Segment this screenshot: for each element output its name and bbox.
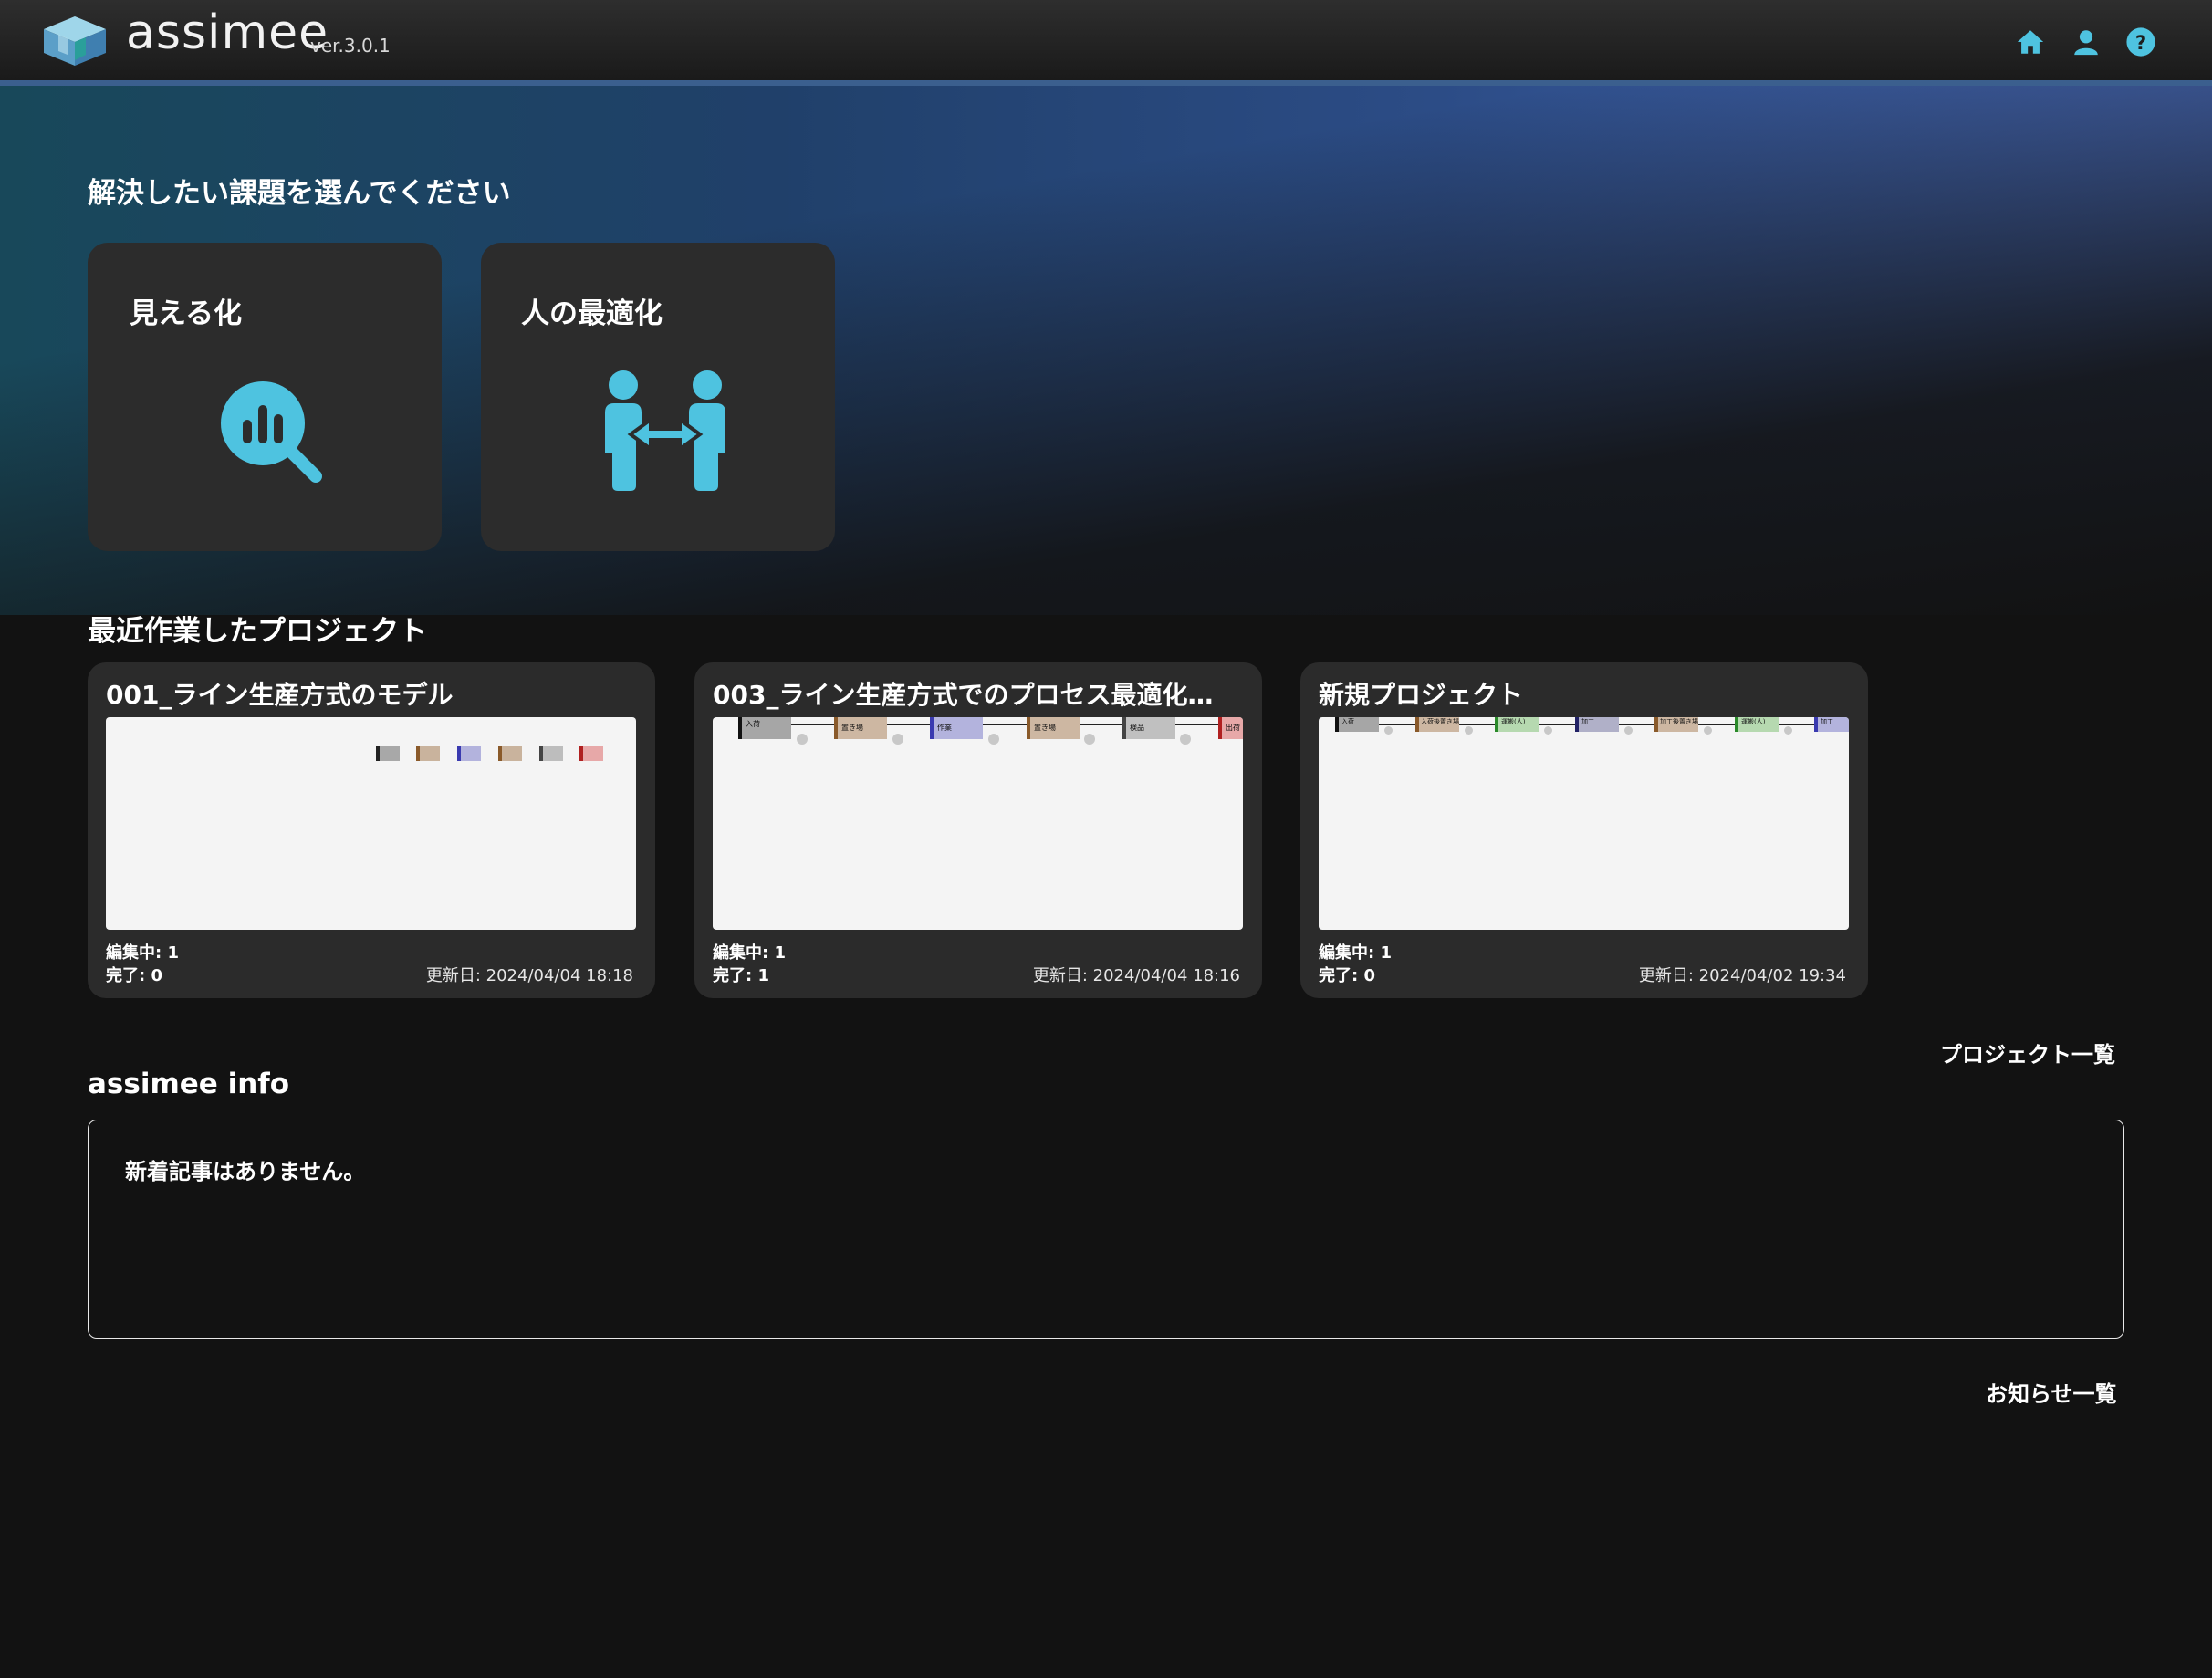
project-updated-date: 更新日: 2024/04/04 18:16 bbox=[1032, 966, 1240, 985]
flow-node: 加工 bbox=[1814, 717, 1849, 732]
flow-node-label: 作業 bbox=[937, 724, 952, 732]
flow-node: 置き場 bbox=[834, 717, 887, 739]
flow-dot bbox=[1084, 734, 1095, 745]
recent-projects-title: 最近作業したプロジェクト bbox=[88, 615, 427, 648]
help-icon[interactable]: ? bbox=[2125, 26, 2156, 57]
project-thumbnail: 入荷 入荷後置き場 運搬(人) 加工 加工後置き場 運搬(人) 加工 bbox=[1319, 717, 1849, 930]
flow-node-label: 入荷 bbox=[1341, 718, 1354, 725]
flow-node: 検品 bbox=[1122, 717, 1175, 739]
project-editing-count: 編集中: 1 bbox=[106, 943, 179, 963]
project-updated-date: 更新日: 2024/04/02 19:34 bbox=[1638, 966, 1846, 985]
flow-dot bbox=[1624, 726, 1633, 735]
user-icon[interactable] bbox=[2071, 26, 2102, 57]
flow-node: 入荷後置き場 bbox=[1415, 717, 1459, 732]
project-card[interactable]: 001_ライン生産方式のモデル 編集中: 1 完了: 0 更新日: 2024/0… bbox=[88, 662, 655, 998]
flow-node-label: 置き場 bbox=[1034, 724, 1056, 732]
flow-node bbox=[579, 746, 603, 761]
flow-node-label: 運搬(人) bbox=[1501, 718, 1526, 725]
project-name: 003_ライン生産方式でのプロセス最適化… bbox=[713, 680, 1214, 710]
flow-node-label: 入荷 bbox=[746, 720, 760, 728]
news-list-link[interactable]: お知らせ一覧 bbox=[1986, 1376, 2117, 1408]
project-thumbnail: 入荷 置き場 作業 置き場 検品 出荷 bbox=[713, 717, 1243, 930]
flow-node bbox=[539, 746, 563, 761]
project-editing-count: 編集中: 1 bbox=[1319, 943, 1392, 963]
flow-dot bbox=[1384, 726, 1393, 735]
tile-people-optimization-label: 人の最適化 bbox=[521, 297, 663, 330]
flow-node bbox=[376, 746, 400, 761]
project-name: 001_ライン生産方式のモデル bbox=[106, 680, 454, 710]
flow-node bbox=[457, 746, 481, 761]
flow-node-label: 加工後置き場 bbox=[1660, 718, 1698, 725]
tile-visualization[interactable]: 見える化 bbox=[88, 243, 442, 551]
tile-people-optimization[interactable]: 人の最適化 bbox=[481, 243, 835, 551]
project-updated-date: 更新日: 2024/04/04 18:18 bbox=[425, 966, 633, 985]
flow-node bbox=[416, 746, 440, 761]
flow-node-label: 検品 bbox=[1130, 724, 1144, 732]
project-card[interactable]: 003_ライン生産方式でのプロセス最適化… 入荷 置き場 作業 置き場 検品 出… bbox=[694, 662, 1262, 998]
version-label: ver.3.0.1 bbox=[310, 35, 391, 57]
project-done-count: 完了: 0 bbox=[106, 966, 162, 985]
svg-text:?: ? bbox=[2135, 32, 2146, 55]
flow-node: 作業 bbox=[930, 717, 983, 739]
project-card[interactable]: 新規プロジェクト 入荷 入荷後置き場 運搬(人) 加工 加工後置き場 運搬(人)… bbox=[1300, 662, 1868, 998]
flow-dot bbox=[1465, 726, 1473, 735]
home-icon[interactable] bbox=[2015, 26, 2046, 57]
flow-node: 加工後置き場 bbox=[1654, 717, 1698, 732]
flow-dot bbox=[892, 734, 903, 745]
tile-visualization-label: 見える化 bbox=[130, 297, 243, 330]
project-name: 新規プロジェクト bbox=[1319, 680, 1524, 710]
flow-node-label: 加工 bbox=[1821, 718, 1833, 725]
flow-dot bbox=[1544, 726, 1552, 735]
flow-dot bbox=[1784, 726, 1792, 735]
flow-dot bbox=[1704, 726, 1712, 735]
people-exchange-icon bbox=[605, 370, 725, 491]
info-panel: 新着記事はありません。 bbox=[88, 1120, 2124, 1339]
flow-dot bbox=[1180, 734, 1191, 745]
flow-node-label: 置き場 bbox=[841, 724, 863, 732]
project-list-link[interactable]: プロジェクト一覧 bbox=[1940, 1037, 2115, 1068]
flow-node: 置き場 bbox=[1027, 717, 1080, 739]
flow-node-label: 運搬(人) bbox=[1741, 718, 1766, 725]
flow-node: 入荷 bbox=[738, 717, 791, 739]
project-thumbnail bbox=[106, 717, 636, 930]
flow-node: 入荷 bbox=[1335, 717, 1379, 732]
info-message: 新着記事はありません。 bbox=[125, 1159, 366, 1184]
top-bar: assimee ver.3.0.1 ? bbox=[0, 0, 2212, 86]
info-title: assimee info bbox=[88, 1068, 290, 1100]
project-done-count: 完了: 0 bbox=[1319, 966, 1375, 985]
flow-dot bbox=[988, 734, 999, 745]
flow-dot bbox=[797, 734, 808, 745]
flow-node: 運搬(人) bbox=[1735, 717, 1779, 732]
solutions-title: 解決したい課題を選んでください bbox=[88, 177, 511, 210]
flow-node-label: 入荷後置き場 bbox=[1421, 718, 1459, 725]
project-editing-count: 編集中: 1 bbox=[713, 943, 786, 963]
flow-node: 加工 bbox=[1575, 717, 1619, 732]
project-done-count: 完了: 1 bbox=[713, 966, 769, 985]
brand-name: assimee bbox=[126, 5, 329, 60]
flow-node: 出荷 bbox=[1218, 717, 1243, 739]
flow-node-label: 加工 bbox=[1581, 718, 1594, 725]
logo-icon[interactable] bbox=[40, 15, 110, 68]
flow-node-label: 出荷 bbox=[1226, 724, 1240, 732]
flow-node bbox=[498, 746, 522, 761]
flow-node: 運搬(人) bbox=[1495, 717, 1539, 732]
magnify-chart-icon bbox=[221, 381, 322, 483]
